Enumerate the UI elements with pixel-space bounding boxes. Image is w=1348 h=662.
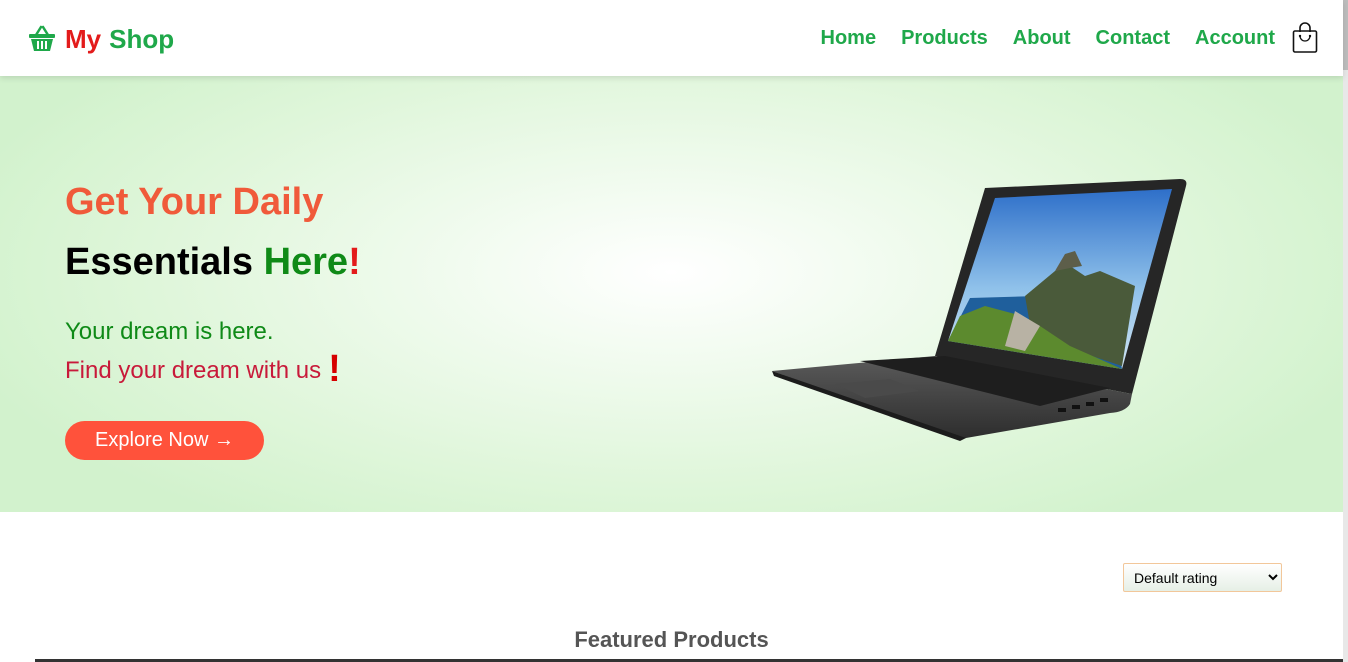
nav-home[interactable]: Home <box>821 27 877 50</box>
hero-subtitle-1: Your dream is here. <box>65 318 274 345</box>
nav-contact[interactable]: Contact <box>1096 27 1170 50</box>
page-scrollbar[interactable] <box>1343 0 1348 662</box>
page: My Shop Home Products About Contact Acco… <box>0 0 1348 662</box>
navbar: My Shop Home Products About Contact Acco… <box>0 0 1343 76</box>
brand-name-my: My <box>65 23 102 54</box>
headline-highlight: Here <box>263 241 349 283</box>
explore-now-button[interactable]: Explore Now → <box>65 421 264 460</box>
main-nav: Home Products About Contact Account <box>796 27 1275 50</box>
featured-products-title: Featured Products <box>574 627 769 652</box>
subtitle-text: Find your dream with us <box>65 357 322 384</box>
nav-account[interactable]: Account <box>1195 27 1275 50</box>
scrollbar-thumb[interactable] <box>1343 0 1348 70</box>
hero-subtitle-2: Find your dream with us! <box>65 348 341 390</box>
nav-about[interactable]: About <box>1013 27 1071 50</box>
subtitle-exclamation: ! <box>328 348 341 390</box>
brand-name-shop: Shop <box>109 23 175 54</box>
headline-exclamation: ! <box>348 241 361 283</box>
laptop-image <box>772 179 1187 441</box>
basket-icon <box>29 25 55 51</box>
hero-headline-line1: Get Your Daily <box>65 181 324 223</box>
hero-banner: Get Your Daily Essentials Here! Your dre… <box>0 76 1343 512</box>
shopping-bag-icon[interactable] <box>1292 22 1318 54</box>
headline-text: Essentials <box>65 241 264 283</box>
sort-dropdown[interactable]: Default rating <box>1123 563 1282 592</box>
hero-headline-line2: Essentials Here! <box>65 241 361 284</box>
nav-products[interactable]: Products <box>901 27 988 50</box>
brand-logo[interactable]: My Shop <box>28 22 174 56</box>
